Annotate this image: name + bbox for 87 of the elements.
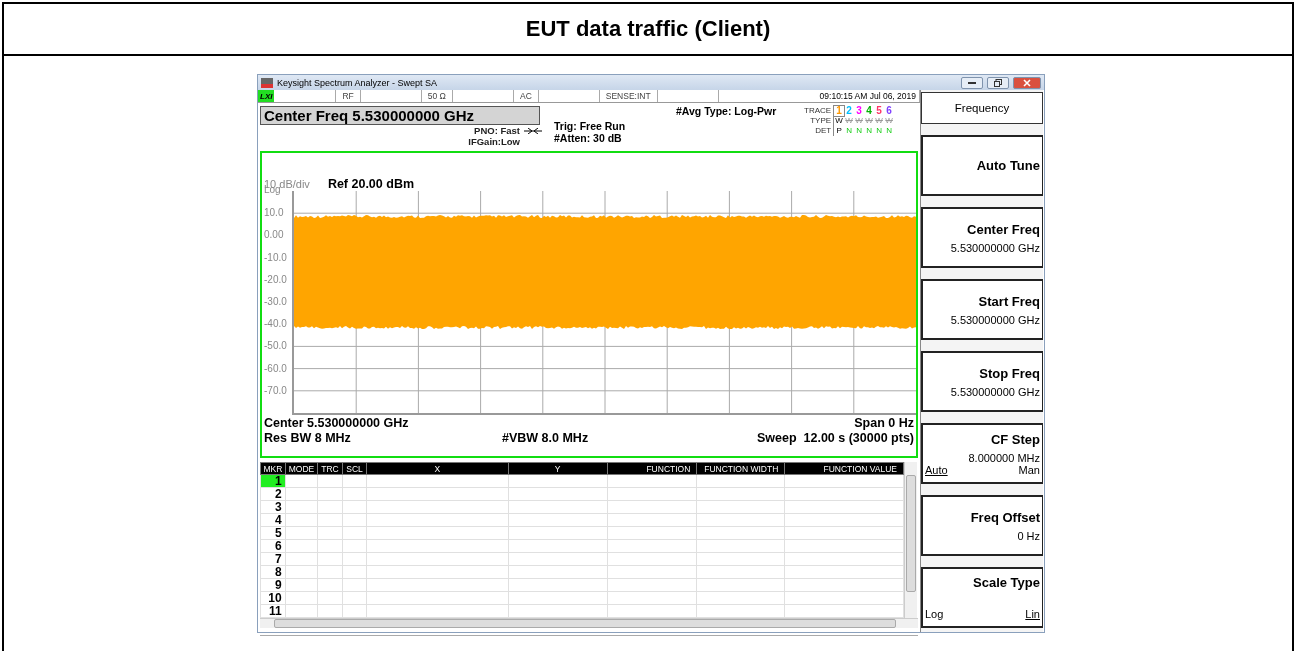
column-header: X xyxy=(366,462,509,475)
status-field: SENSE:INT xyxy=(599,90,658,102)
marker-number[interactable]: 9 xyxy=(260,578,286,592)
status-field: AC xyxy=(513,90,539,102)
horizontal-scrollbar[interactable] xyxy=(260,618,918,628)
trace-detector: N xyxy=(845,126,853,136)
vbw-label: #VBW 8.0 MHz xyxy=(502,431,590,445)
softkey[interactable]: Center Freq 5.530000000 GHz xyxy=(921,207,1043,268)
vertical-scrollbar[interactable] xyxy=(904,462,917,618)
status-field: RF xyxy=(336,90,361,102)
trace-number[interactable]: 5 xyxy=(874,106,885,116)
column-header: FUNCTION VALUE xyxy=(784,462,904,475)
restore-icon xyxy=(994,78,1002,87)
arrow-icon xyxy=(524,127,542,134)
column-header: FUNCTION xyxy=(607,462,697,475)
res-bw-label: Res BW 8 MHz xyxy=(264,431,352,445)
legend-label: DET xyxy=(804,126,835,136)
y-axis-label: -50.0 xyxy=(264,340,287,352)
trace-type: W xyxy=(884,116,894,126)
trace-detector: N xyxy=(855,126,863,136)
softkey[interactable]: Start Freq 5.530000000 GHz xyxy=(921,279,1043,340)
close-button[interactable] xyxy=(1013,76,1041,89)
marker-number[interactable]: 7 xyxy=(260,552,286,566)
span-label: Span 0 Hz xyxy=(854,416,914,430)
trace-detector: N xyxy=(875,126,883,136)
center-freq-readout: Center Freq 5.530000000 GHz xyxy=(260,106,540,125)
column-header: FUNCTION WIDTH xyxy=(696,462,785,475)
marker-number[interactable]: 10 xyxy=(260,591,286,605)
trace-detector: N xyxy=(865,126,873,136)
lxi-badge: LXI xyxy=(258,90,275,102)
pno-setting: PNO: Fast xyxy=(474,125,520,136)
trace-type: W xyxy=(864,116,874,126)
y-axis-label: -70.0 xyxy=(264,384,287,396)
softkey-option[interactable]: Auto xyxy=(925,463,948,476)
window-title: Keysight Spectrum Analyzer - Swept SA xyxy=(277,77,439,88)
trace-type: W xyxy=(874,116,884,126)
trace-detector: P xyxy=(835,126,843,136)
trace-type: W xyxy=(854,116,864,126)
trace-type: W xyxy=(834,116,844,126)
center-label: Center 5.530000000 GHz xyxy=(264,416,409,430)
marker-number[interactable]: 3 xyxy=(260,500,286,514)
marker-number[interactable]: 6 xyxy=(260,539,286,553)
close-icon xyxy=(1023,78,1031,87)
column-header: SCL xyxy=(342,462,367,475)
marker-number[interactable]: 5 xyxy=(260,526,286,540)
softkey-option[interactable]: Man xyxy=(1018,463,1040,476)
document-title: EUT data traffic (Client) xyxy=(4,4,1292,56)
y-axis-label: -20.0 xyxy=(264,273,287,285)
legend-label: TRACE xyxy=(804,106,835,116)
minimize-icon xyxy=(968,81,976,84)
y-axis-label: 10.0 xyxy=(264,207,284,219)
softkey[interactable]: Freq Offset 0 Hz xyxy=(921,495,1043,556)
softkey[interactable]: Stop Freq 5.530000000 GHz xyxy=(921,351,1043,412)
y-axis-label: -10.0 xyxy=(264,251,287,263)
trigger-setting: Trig: Free Run xyxy=(554,120,627,132)
softkey-option[interactable]: Log xyxy=(925,608,944,620)
y-axis-label: -60.0 xyxy=(264,362,287,374)
marker-number[interactable]: 8 xyxy=(260,565,286,579)
softkey-label: Scale Type xyxy=(972,575,1040,590)
column-header: MKR xyxy=(260,462,286,475)
softkey[interactable]: Auto Tune xyxy=(921,135,1043,196)
sweep-label: Sweep 12.00 s (30000 pts) xyxy=(756,431,914,445)
softkey-option[interactable]: Lin xyxy=(1025,608,1040,620)
y-axis-label: -30.0 xyxy=(264,296,287,307)
legend-label: TYPE xyxy=(804,116,835,126)
y-axis-label: -40.0 xyxy=(264,318,287,330)
status-field: 50 Ω xyxy=(421,90,453,102)
column-header: Y xyxy=(508,462,608,475)
ref-level: Ref 20.00 dBm xyxy=(327,177,415,191)
avg-type-setting: #Avg Type: Log-Pwr xyxy=(675,104,778,119)
app-icon xyxy=(261,77,273,88)
softkey-label: CF Step xyxy=(989,431,1040,447)
trace-number[interactable]: 6 xyxy=(884,106,895,116)
trace-type: W xyxy=(844,116,854,126)
softkey-value: 8.000000 MHz xyxy=(967,451,1040,464)
attenuation-setting: #Atten: 30 dB xyxy=(554,132,623,144)
minimize-button[interactable] xyxy=(961,76,983,89)
y-axis-label: 0.00 xyxy=(264,229,284,241)
column-header: TRC xyxy=(317,462,343,475)
restore-button[interactable] xyxy=(987,76,1009,89)
ifgain-setting: IFGain:Low xyxy=(467,136,521,147)
marker-number[interactable]: 11 xyxy=(260,604,286,618)
trace-detector: N xyxy=(885,126,893,136)
marker-number[interactable]: 2 xyxy=(260,487,286,501)
menu-title: Frequency xyxy=(921,92,1043,124)
column-header: MODE xyxy=(285,462,318,475)
marker-number[interactable]: 4 xyxy=(260,513,286,527)
